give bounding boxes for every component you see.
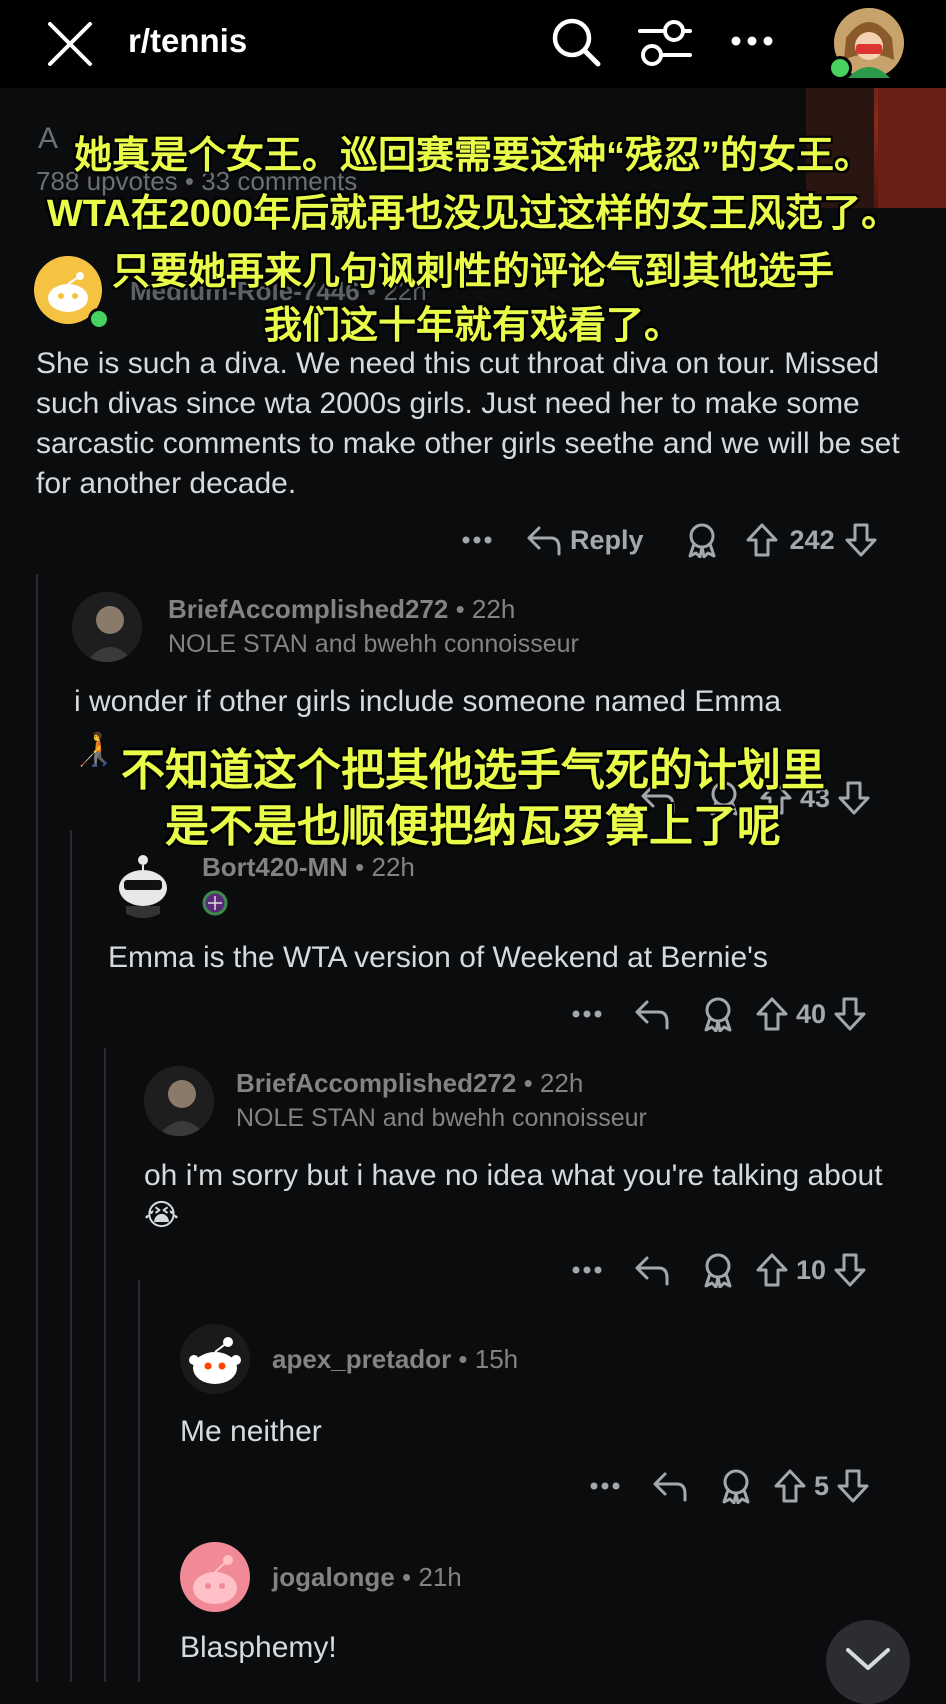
vote-score: 242 xyxy=(789,524,835,555)
separator-dot: • xyxy=(523,1068,533,1098)
scroll-next-button[interactable] xyxy=(826,1620,910,1704)
upvote-icon[interactable] xyxy=(752,996,792,1032)
overlay-caption-line: 是不是也顺便把纳瓦罗算上了呢 xyxy=(165,802,781,851)
subreddit-name[interactable]: r/tennis xyxy=(128,22,247,60)
comment-actions: Reply 242 xyxy=(456,518,881,562)
downvote-icon[interactable] xyxy=(833,1468,873,1504)
username[interactable]: apex_pretador xyxy=(272,1344,451,1374)
more-options-icon[interactable] xyxy=(566,1009,608,1019)
vote-score: 40 xyxy=(796,998,827,1029)
chevron-down-icon xyxy=(846,1648,890,1670)
overlay-caption-line: WTA在2000年后就再也没见过这样的女王风范了。 xyxy=(46,193,900,235)
avatar[interactable] xyxy=(108,848,178,918)
comment-author[interactable]: BriefAccomplished272 • 22h xyxy=(168,594,515,625)
upvote-icon[interactable] xyxy=(740,522,784,558)
reply-icon[interactable] xyxy=(648,1470,692,1502)
user-flair: NOLE STAN and bwehh connoisseur xyxy=(236,1104,647,1132)
upvote-icon[interactable] xyxy=(770,1468,810,1504)
comment-actions: 40 xyxy=(566,992,870,1036)
thread-line[interactable] xyxy=(104,1048,106,1682)
comment-age: 22h xyxy=(371,852,415,882)
award-icon[interactable] xyxy=(696,996,740,1032)
more-options-icon[interactable] xyxy=(584,1481,626,1491)
separator-dot: • xyxy=(355,852,365,882)
comment-age: 21h xyxy=(418,1562,462,1592)
comment-body: Me neither xyxy=(180,1415,322,1448)
more-options-icon[interactable] xyxy=(456,535,498,545)
upvote-icon[interactable] xyxy=(752,1252,792,1288)
username[interactable]: BriefAccomplished272 xyxy=(168,594,448,624)
comment-author[interactable]: Bort420-MN • 22h xyxy=(202,852,415,883)
reply-icon[interactable] xyxy=(518,524,570,556)
downvote-icon[interactable] xyxy=(830,996,870,1032)
close-icon[interactable] xyxy=(44,18,96,70)
comment-author[interactable]: apex_pretador • 15h xyxy=(272,1344,518,1375)
downvote-icon[interactable] xyxy=(830,1252,870,1288)
reply-icon[interactable] xyxy=(630,998,674,1030)
comment-age: 15h xyxy=(474,1344,519,1374)
reply-icon[interactable] xyxy=(630,1254,674,1286)
search-icon[interactable] xyxy=(548,14,604,70)
comment-body: oh i'm sorry but i have no idea what you… xyxy=(144,1159,883,1232)
comment-author[interactable]: BriefAccomplished272 • 22h xyxy=(236,1068,583,1099)
overlay-caption-line: 我们这十年就有戏看了。 xyxy=(263,305,682,347)
vote-score: 10 xyxy=(796,1254,827,1285)
award-icon[interactable] xyxy=(714,1468,758,1504)
avatar[interactable] xyxy=(144,1066,214,1136)
overlay-caption-line: 不知道这个把其他选手气死的计划里 xyxy=(121,746,825,795)
comment-actions: 5 xyxy=(584,1464,873,1508)
more-options-icon[interactable] xyxy=(566,1265,608,1275)
avatar[interactable] xyxy=(180,1324,250,1394)
username[interactable]: BriefAccomplished272 xyxy=(236,1068,516,1098)
comment-age: 22h xyxy=(471,594,516,624)
separator-dot: • xyxy=(458,1344,468,1374)
comment-age: 22h xyxy=(539,1068,584,1098)
vote-score: 5 xyxy=(814,1470,830,1501)
overlay-caption-line: 她真是个女王。巡回赛需要这种“残忍”的女王。 xyxy=(73,135,872,177)
thread-line[interactable] xyxy=(70,830,72,1682)
comment-actions: 10 xyxy=(566,1248,870,1292)
award-icon[interactable] xyxy=(696,1252,740,1288)
filter-icon[interactable] xyxy=(636,16,694,70)
comment-body: i wonder if other girls include someone … xyxy=(74,685,782,718)
online-status-dot xyxy=(828,56,852,80)
top-bar: r/tennis xyxy=(0,0,946,88)
username[interactable]: jogalonge xyxy=(272,1562,395,1592)
overlay-caption-line: 只要她再来几句讽刺性的评论气到其他选手 xyxy=(111,251,834,293)
thread-line[interactable] xyxy=(138,1280,140,1682)
reply-button[interactable]: Reply xyxy=(570,525,644,556)
wimbledon-flair-icon xyxy=(202,890,228,916)
comment-body: She is such a diva. We need this cut thr… xyxy=(36,347,900,500)
user-flair: NOLE STAN and bwehh connoisseur xyxy=(168,630,579,658)
avatar[interactable] xyxy=(72,592,142,662)
downvote-icon[interactable] xyxy=(841,522,881,558)
more-options-icon[interactable] xyxy=(728,26,776,56)
comment-author[interactable]: jogalonge • 21h xyxy=(272,1562,462,1593)
comment-body: Blasphemy! xyxy=(180,1631,337,1664)
username[interactable]: Bort420-MN xyxy=(202,852,348,882)
avatar[interactable] xyxy=(180,1542,250,1612)
comment-body: Emma is the WTA version of Weekend at Be… xyxy=(108,941,768,974)
separator-dot: • xyxy=(402,1562,412,1592)
award-icon[interactable] xyxy=(680,522,724,558)
separator-dot: • xyxy=(455,594,465,624)
